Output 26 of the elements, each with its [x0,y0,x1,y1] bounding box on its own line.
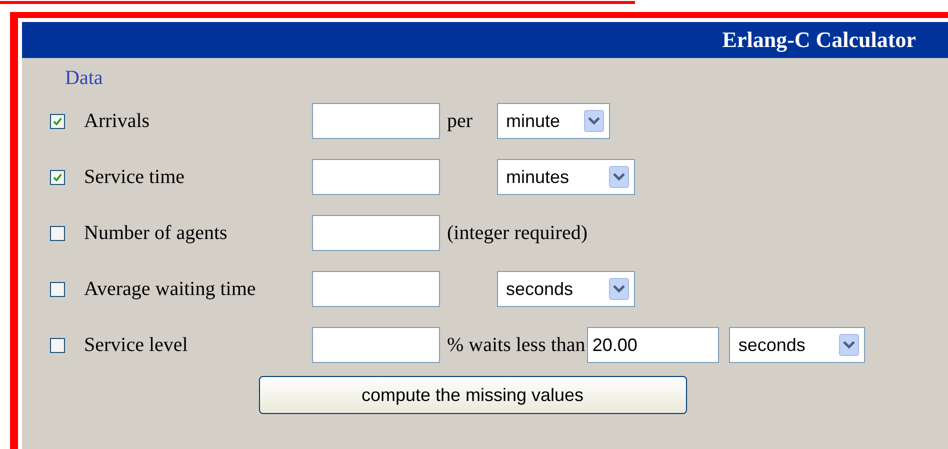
checkbox[interactable] [50,282,65,296]
field-label: Service time [84,166,186,188]
field-note: (integer required) [447,222,588,244]
unit-dropdown[interactable]: seconds [729,327,866,363]
input-field[interactable] [312,271,440,307]
input-field[interactable] [312,159,440,195]
unit-dropdown[interactable]: seconds [497,271,635,307]
unit-dropdown[interactable]: minutes [497,159,635,195]
compute-button[interactable]: compute the missing values [258,376,686,414]
field-label: Arrivals [84,110,151,132]
input-field[interactable] [312,103,440,139]
checkbox[interactable] [50,226,65,240]
title-bar: Erlang-C Calculator [22,22,948,58]
checkbox[interactable] [50,170,65,184]
field-label: Service level [84,334,189,356]
threshold-field[interactable]: 20.00 [587,327,720,363]
section-heading: Data [64,66,104,91]
field-note: per [447,110,473,132]
field-label: Average waiting time [84,278,257,300]
checkbox[interactable] [50,114,65,128]
unit-dropdown[interactable]: minute [497,103,610,139]
input-field[interactable] [312,327,440,363]
checkbox[interactable] [50,338,65,352]
input-field[interactable] [312,215,440,251]
field-note: % waits less than [447,334,586,356]
field-label: Number of agents [84,222,228,244]
